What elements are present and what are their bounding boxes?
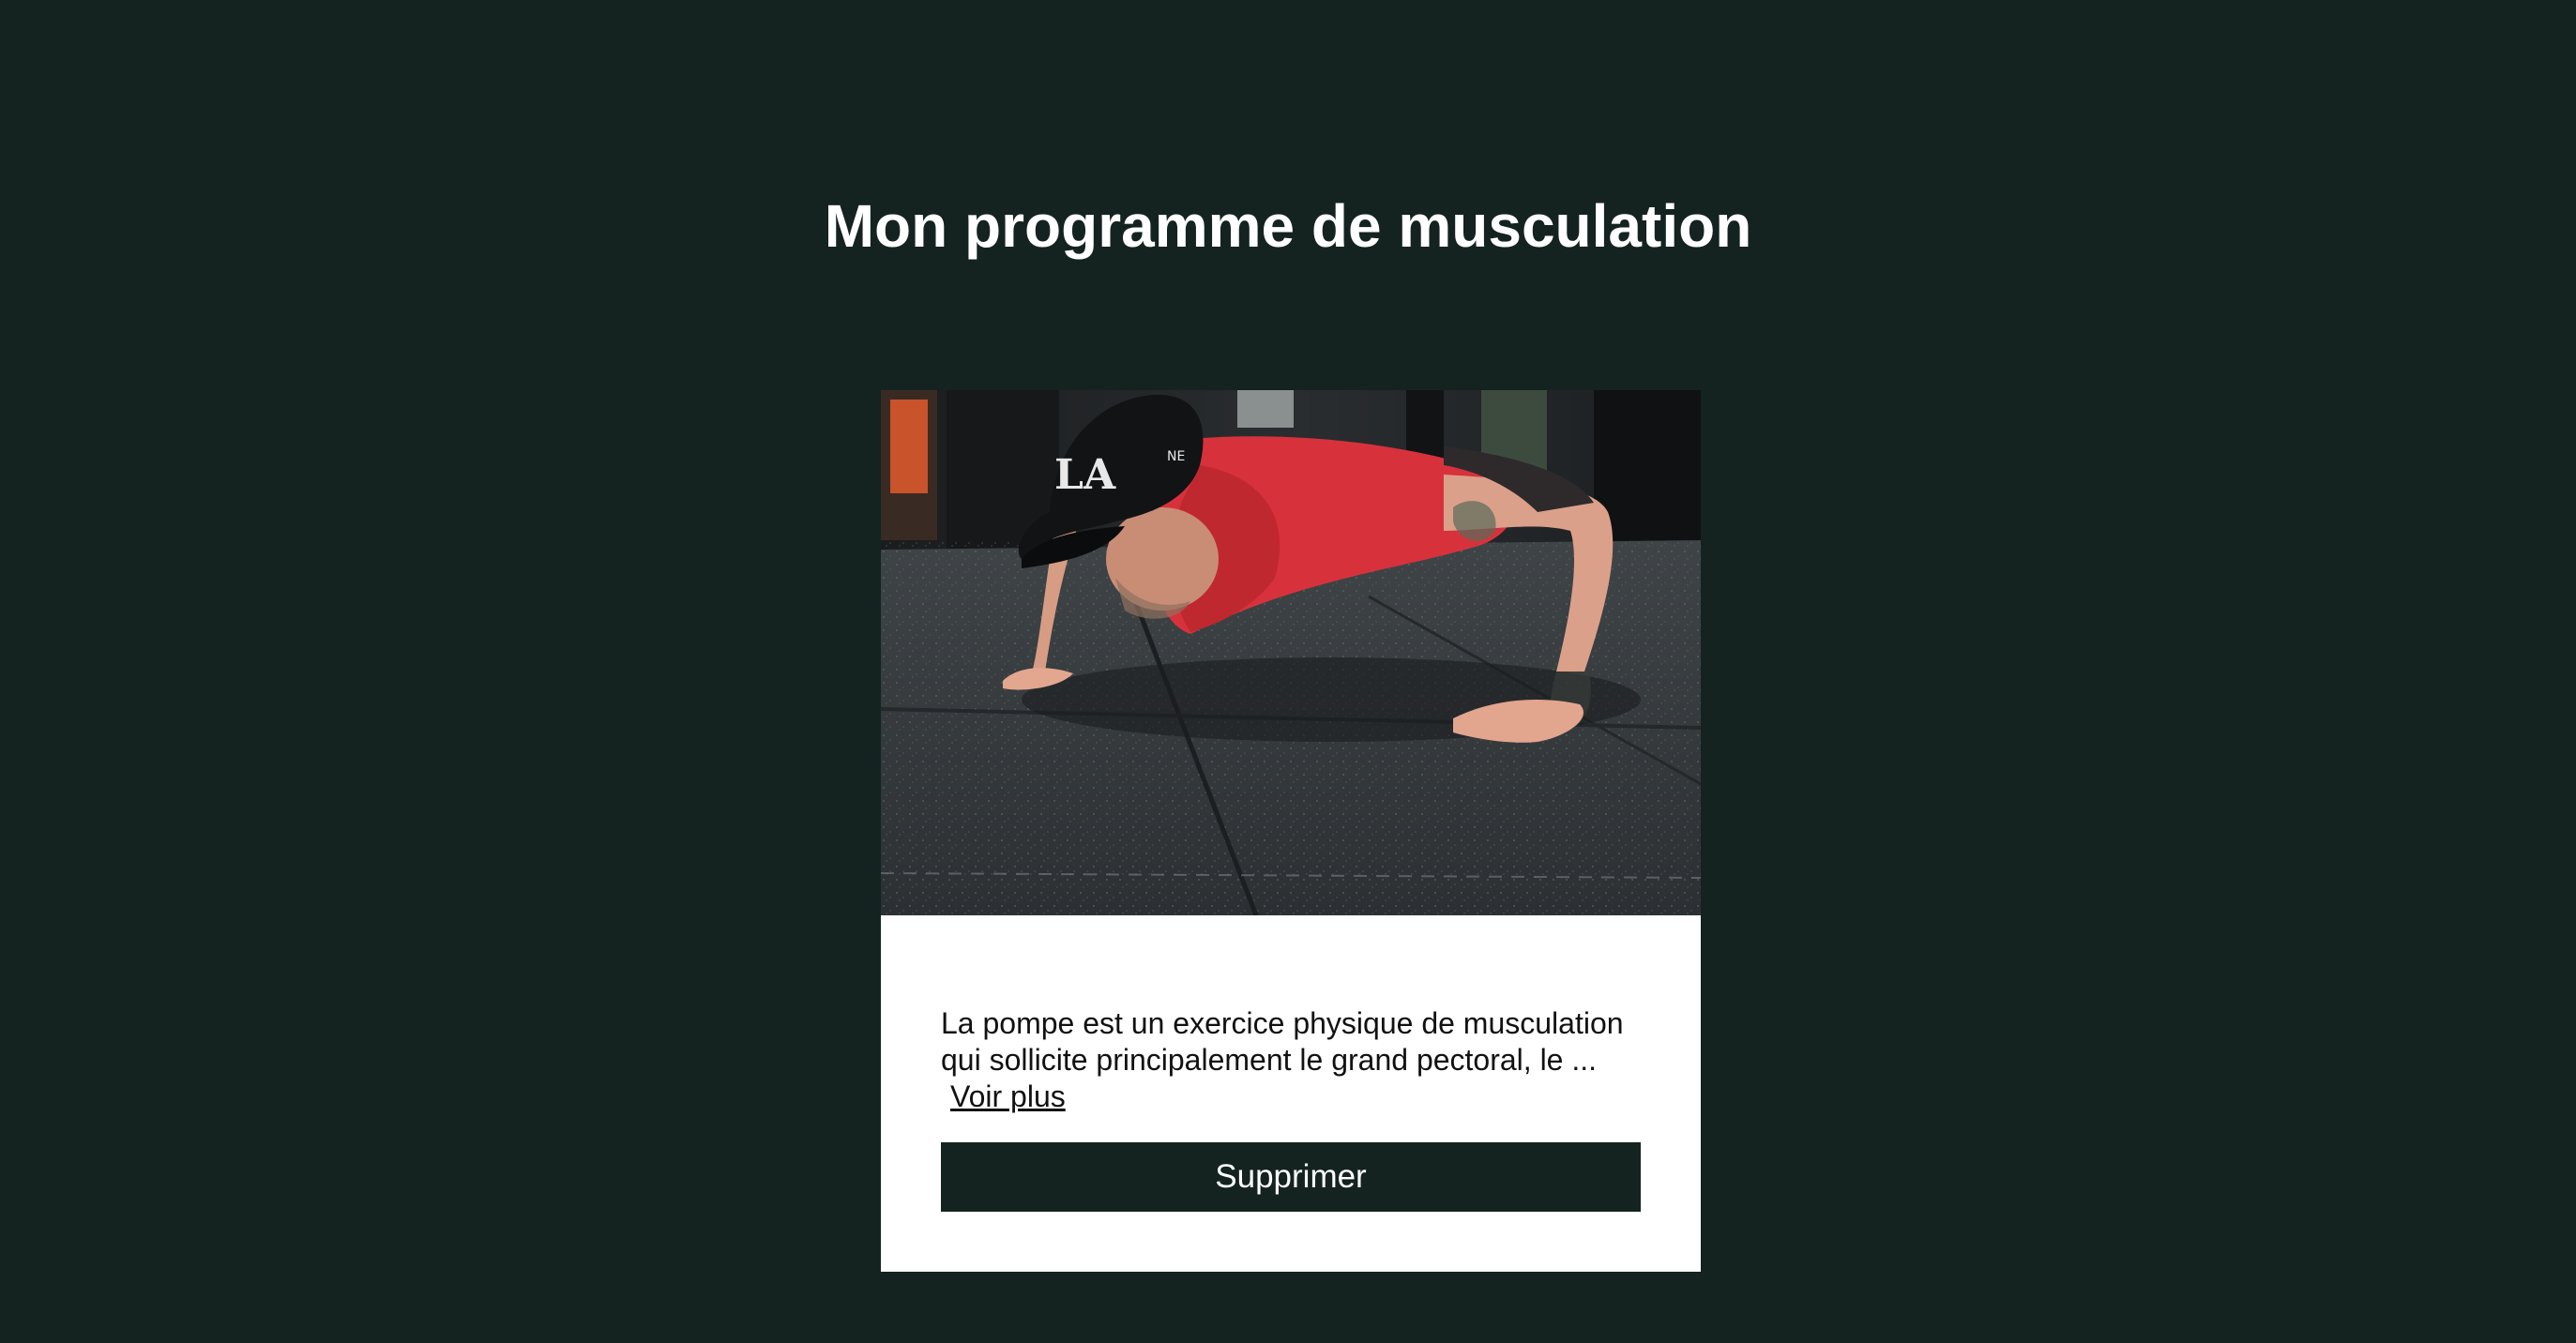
svg-text:LA: LA bbox=[1054, 451, 1116, 499]
svg-text:NE: NE bbox=[1167, 449, 1185, 464]
delete-button[interactable]: Supprimer bbox=[941, 1142, 1641, 1212]
page-title: Mon programme de musculation bbox=[824, 192, 1752, 260]
see-more-link[interactable]: Voir plus bbox=[950, 1079, 1066, 1113]
pushup-photo: LA NE bbox=[881, 390, 1701, 915]
exercise-card: LA NE La pompe est un exercice physique … bbox=[881, 390, 1701, 1272]
description-text: La pompe est un exercice physique de mus… bbox=[941, 1006, 1624, 1077]
exercise-image: LA NE bbox=[881, 390, 1701, 915]
card-body: La pompe est un exercice physique de mus… bbox=[941, 1005, 1643, 1115]
exercise-description: La pompe est un exercice physique de mus… bbox=[941, 1005, 1643, 1115]
